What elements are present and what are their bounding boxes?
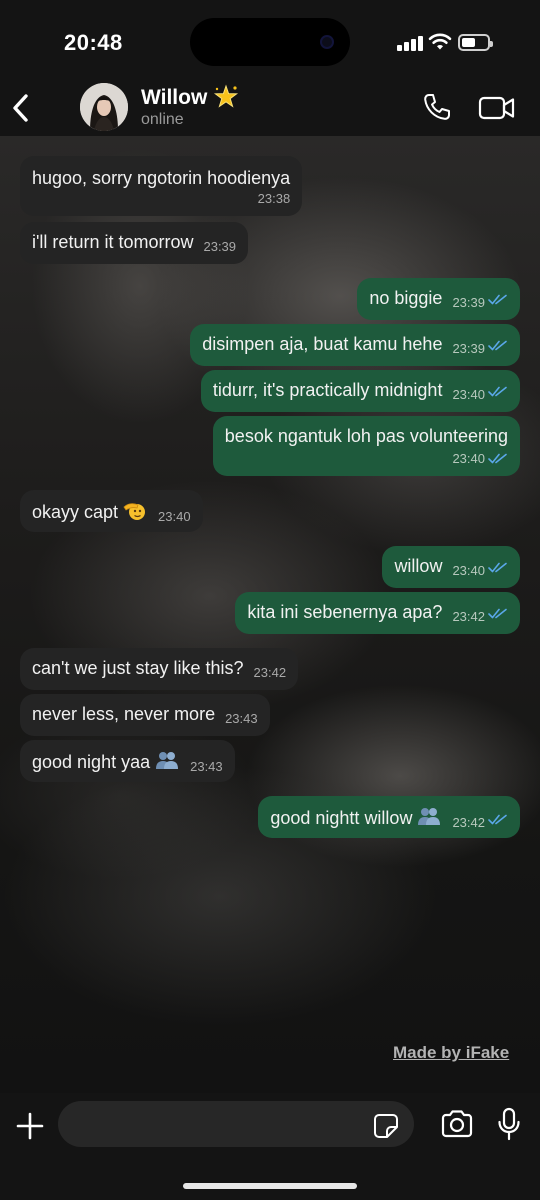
message-time: 23:40 [158,509,191,524]
contact-status: online [141,111,184,128]
message-bubble-outgoing[interactable]: kita ini sebenernya apa? 23:42 [235,592,520,634]
read-ticks-icon [488,814,507,825]
message-bubble-incoming[interactable]: never less, never more 23:43 [20,694,270,736]
busts-in-silhouette-icon [156,752,179,769]
status-bar: 20:48 [0,0,540,80]
message-bubble-incoming[interactable]: can't we just stay like this? 23:42 [20,648,299,690]
message-text: willow [394,556,443,576]
message-text: disimpen aja, buat kamu hehe [202,334,443,354]
message-text: tidurr, it's practically midnight [212,380,443,400]
message-text: can't we just stay like this? [32,658,244,678]
message-time: 23:39 [452,295,485,310]
message-bubble-incoming[interactable]: good night yaa 23:43 [20,740,235,782]
message-time: 23:39 [203,239,237,254]
message-text: hugoo, sorry ngotorin hoodienya [32,168,291,188]
read-ticks-icon [488,562,507,573]
cellular-signal-icon [397,35,423,51]
message-time: 23:40 [452,451,485,466]
read-ticks-icon [488,294,507,305]
front-camera [320,35,334,49]
wifi-icon [428,33,452,50]
message-text: no biggie [369,288,443,308]
message-bubble-incoming[interactable]: hugoo, sorry ngotorin hoodienya 23:38 [20,156,303,216]
message-text: kita ini sebenernya apa? [247,602,443,622]
message-bubble-outgoing[interactable]: good nightt willow 23:42 [258,796,520,838]
message-bubble-incoming[interactable]: okayy capt 23:40 [20,490,203,532]
camera-icon[interactable] [440,1109,474,1139]
sticker-icon[interactable] [373,1113,399,1139]
glowing-star-icon [213,84,239,108]
chat-header: Willow online [0,80,540,136]
message-text: good nightt willow [270,808,413,828]
video-camera-icon[interactable] [478,94,516,122]
message-time: 23:43 [190,759,223,774]
message-text: i'll return it tomorrow [32,232,194,252]
message-input[interactable] [58,1101,414,1147]
message-text: good night yaa [32,752,151,772]
read-ticks-icon [488,340,507,351]
avatar-image [80,83,128,131]
message-time: 23:42 [452,815,485,830]
battery-level [462,38,475,47]
read-ticks-icon [488,608,507,619]
message-bubble-outgoing[interactable]: disimpen aja, buat kamu hehe 23:39 [190,324,520,366]
message-bubble-outgoing[interactable]: tidurr, it's practically midnight 23:40 [200,370,520,412]
message-text: besok ngantuk loh pas volunteering [224,426,508,446]
avatar[interactable] [80,83,128,131]
message-text: never less, never more [32,704,216,724]
phone-icon[interactable] [422,92,452,122]
message-time: 23:42 [253,665,287,680]
read-ticks-icon [488,453,507,464]
message-time: 23:40 [452,387,485,402]
message-bubble-outgoing[interactable]: no biggie 23:39 [357,278,520,320]
battery-icon [458,34,493,51]
chevron-left-icon[interactable] [8,90,34,126]
message-time: 23:38 [257,191,291,206]
microphone-icon[interactable] [497,1107,521,1141]
message-bubble-outgoing[interactable]: besok ngantuk loh pas volunteering 23:40 [212,416,520,476]
message-text: okayy capt [32,502,119,522]
read-ticks-icon [488,386,507,397]
contact-name[interactable]: Willow [141,86,207,110]
message-bubble-outgoing[interactable]: willow 23:40 [382,546,520,588]
home-indicator[interactable] [183,1183,357,1189]
saluting-face-icon [123,503,146,520]
message-time: 23:40 [452,563,485,578]
message-bubble-incoming[interactable]: i'll return it tomorrow 23:39 [20,222,249,264]
chat-area[interactable]: hugoo, sorry ngotorin hoodienya 23:38 i'… [0,136,540,1093]
busts-in-silhouette-icon [418,808,441,825]
message-time: 23:43 [225,711,258,726]
plus-icon[interactable] [15,1111,45,1141]
message-time: 23:39 [452,341,485,356]
message-time: 23:42 [452,609,485,624]
status-time: 20:48 [64,30,123,55]
watermark-link[interactable]: Made by iFake [393,1043,509,1063]
